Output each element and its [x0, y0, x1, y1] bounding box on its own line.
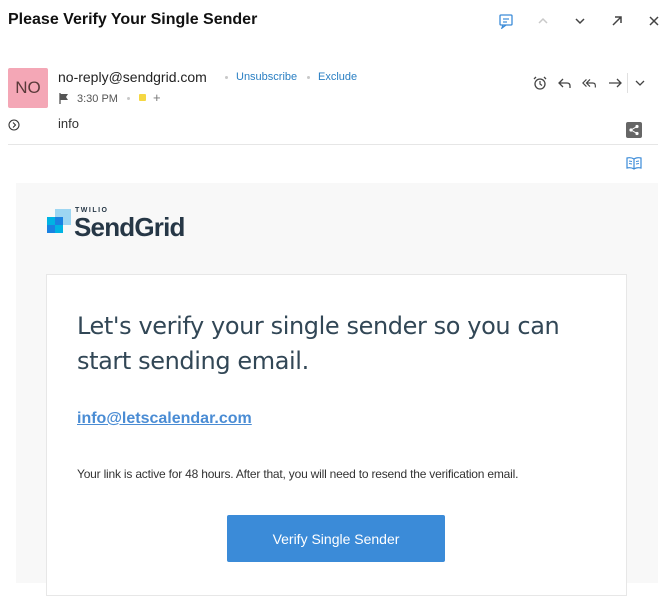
tag-color-badge[interactable] — [139, 94, 146, 101]
more-chevron-icon[interactable] — [632, 75, 648, 91]
action-divider — [627, 73, 628, 93]
chevron-up-icon[interactable] — [534, 12, 552, 30]
expiry-notice: Your link is active for 48 hours. After … — [77, 467, 519, 481]
verify-single-sender-button[interactable]: Verify Single Sender — [227, 515, 445, 562]
header-divider — [8, 144, 658, 145]
expand-icon[interactable] — [608, 12, 626, 30]
email-subject: Please Verify Your Single Sender — [8, 11, 258, 28]
sender-email[interactable]: no-reply@sendgrid.com — [58, 69, 207, 85]
separator-dot — [307, 76, 310, 79]
exclude-link[interactable]: Exclude — [318, 71, 357, 83]
logo-sendgrid-text: SendGrid — [74, 212, 185, 242]
reply-all-icon[interactable] — [582, 75, 598, 91]
reader-view-icon[interactable] — [626, 156, 642, 170]
avatar: NO — [8, 68, 48, 108]
separator-dot — [127, 97, 130, 100]
separator-dot — [225, 76, 228, 79]
headline: Let's verify your single sender so you c… — [77, 312, 560, 375]
verified-email-link[interactable]: info@letscalendar.com — [77, 410, 252, 428]
expand-details-icon[interactable] — [8, 119, 20, 131]
email-time: 3:30 PM — [77, 93, 118, 105]
share-icon[interactable] — [626, 122, 642, 138]
sendgrid-logo-icon — [46, 207, 72, 237]
chat-icon[interactable] — [497, 12, 515, 30]
unsubscribe-link[interactable]: Unsubscribe — [236, 71, 297, 83]
flag-icon[interactable] — [58, 92, 70, 105]
forward-icon[interactable] — [607, 75, 623, 91]
add-tag-icon[interactable]: + — [153, 90, 161, 105]
recipient: info — [58, 116, 79, 131]
chevron-down-icon[interactable] — [571, 12, 589, 30]
reply-icon[interactable] — [557, 75, 573, 91]
alarm-icon[interactable] — [532, 75, 548, 91]
close-icon[interactable] — [645, 12, 663, 30]
